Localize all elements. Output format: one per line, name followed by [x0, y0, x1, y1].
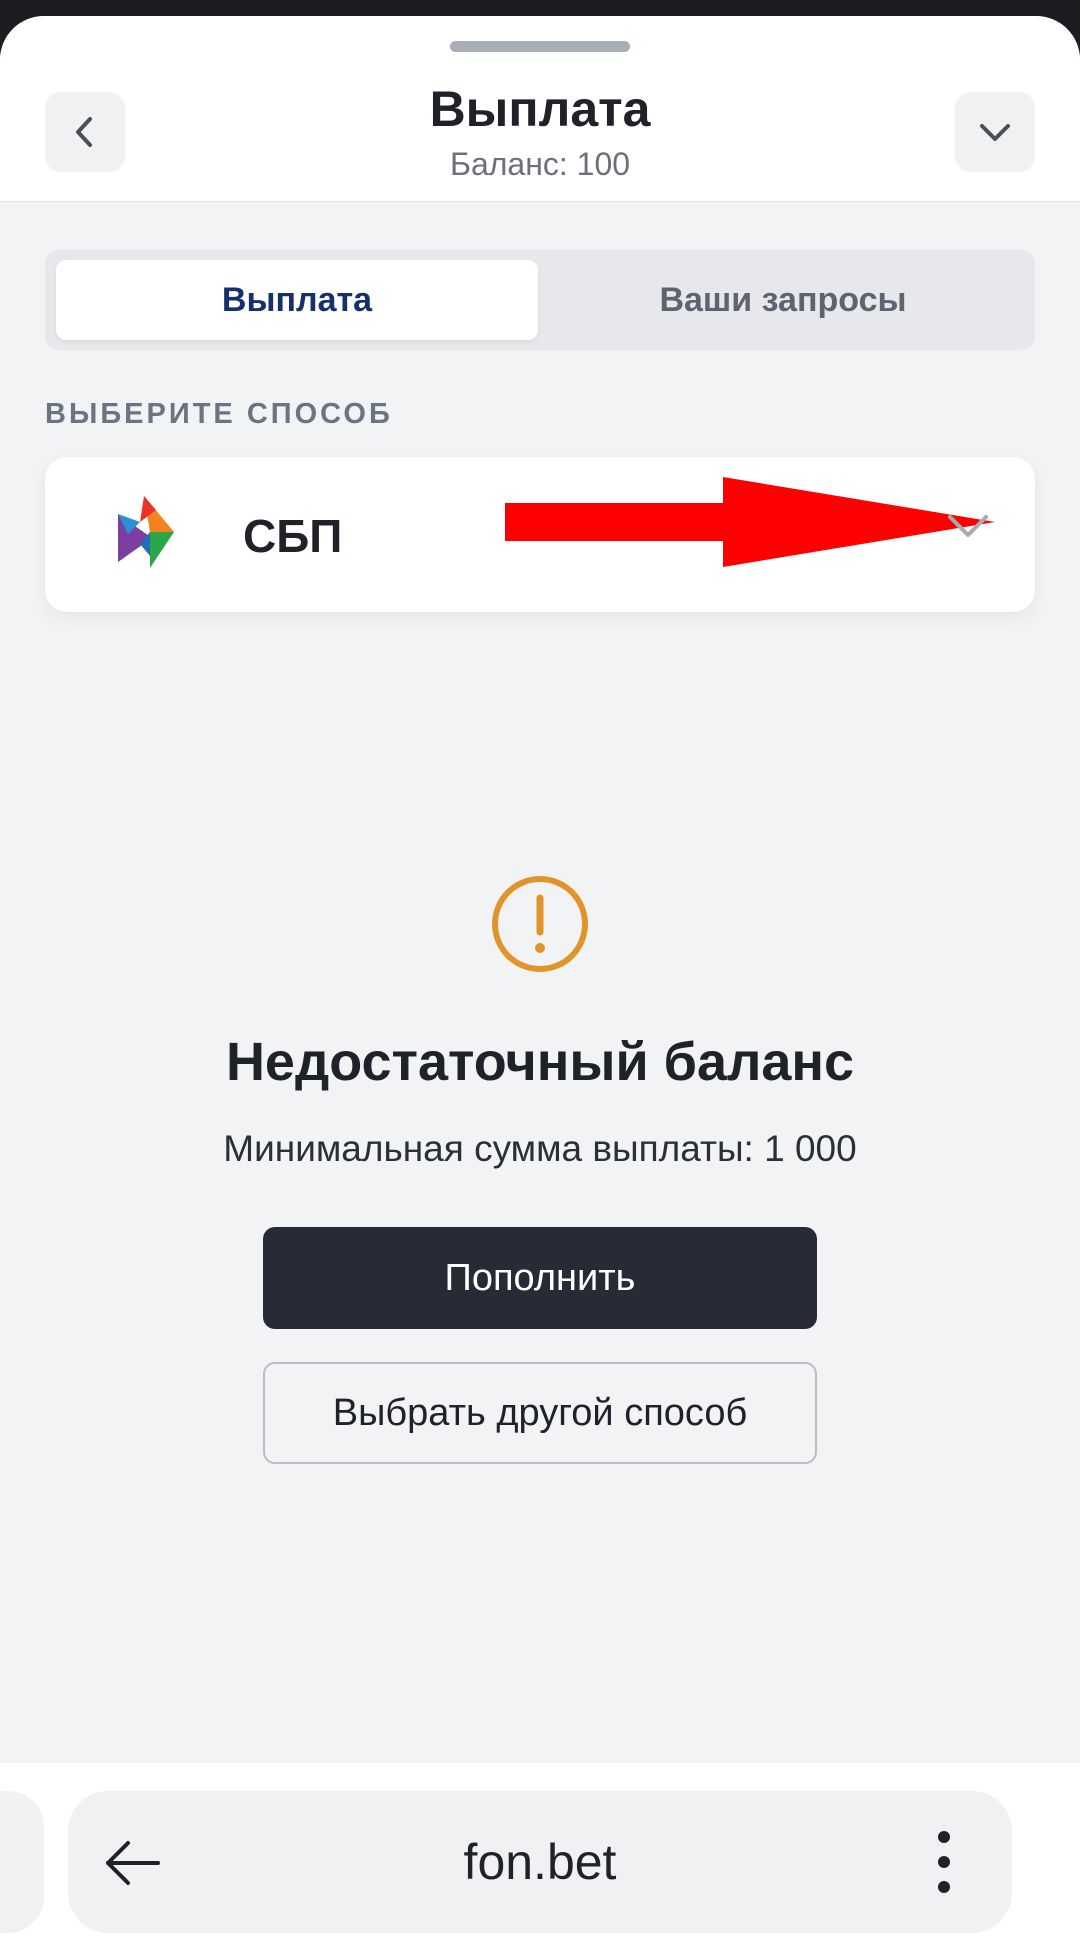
- payout-sheet: Выплата Баланс: 100 Выплата Ваши запросы…: [0, 16, 1080, 1947]
- balance-text: Баланс: 100: [449, 146, 631, 182]
- tab-your-requests[interactable]: Ваши запросы: [542, 260, 1024, 340]
- section-label: ВЫБЕРИТЕ СПОСОБ: [45, 398, 393, 430]
- min-payout-text: Минимальная сумма выплаты: 1 000: [223, 1128, 857, 1169]
- sheet-header: Выплата Баланс: 100: [0, 16, 1080, 202]
- chevron-down-icon: [980, 124, 1010, 141]
- insufficient-balance-title: Недостаточный баланс: [225, 1032, 855, 1092]
- address-bar[interactable]: fon.bet: [68, 1791, 1012, 1933]
- method-select[interactable]: СБП: [45, 457, 1035, 612]
- collapse-button[interactable]: [955, 92, 1035, 172]
- url-text: fon.bet: [463, 1834, 617, 1890]
- tab-payout[interactable]: Выплата: [56, 260, 538, 340]
- chevron-down-icon: [948, 515, 988, 537]
- warning-circle-icon: [492, 876, 588, 972]
- browser-toolbar: fon.bet: [0, 1763, 1080, 1947]
- method-name: СБП: [243, 510, 343, 562]
- choose-other-method-button[interactable]: Выбрать другой способ: [263, 1362, 817, 1464]
- top-up-button[interactable]: Пополнить: [263, 1227, 817, 1329]
- more-vertical-icon[interactable]: [934, 1829, 954, 1895]
- sbp-logo-icon: [118, 496, 174, 568]
- red-arrow-icon: [505, 477, 995, 567]
- page-title: Выплата: [429, 81, 651, 137]
- previous-tab[interactable]: [0, 1791, 44, 1933]
- drag-handle[interactable]: [450, 41, 630, 52]
- tab-bar: Выплата Ваши запросы: [45, 250, 1035, 350]
